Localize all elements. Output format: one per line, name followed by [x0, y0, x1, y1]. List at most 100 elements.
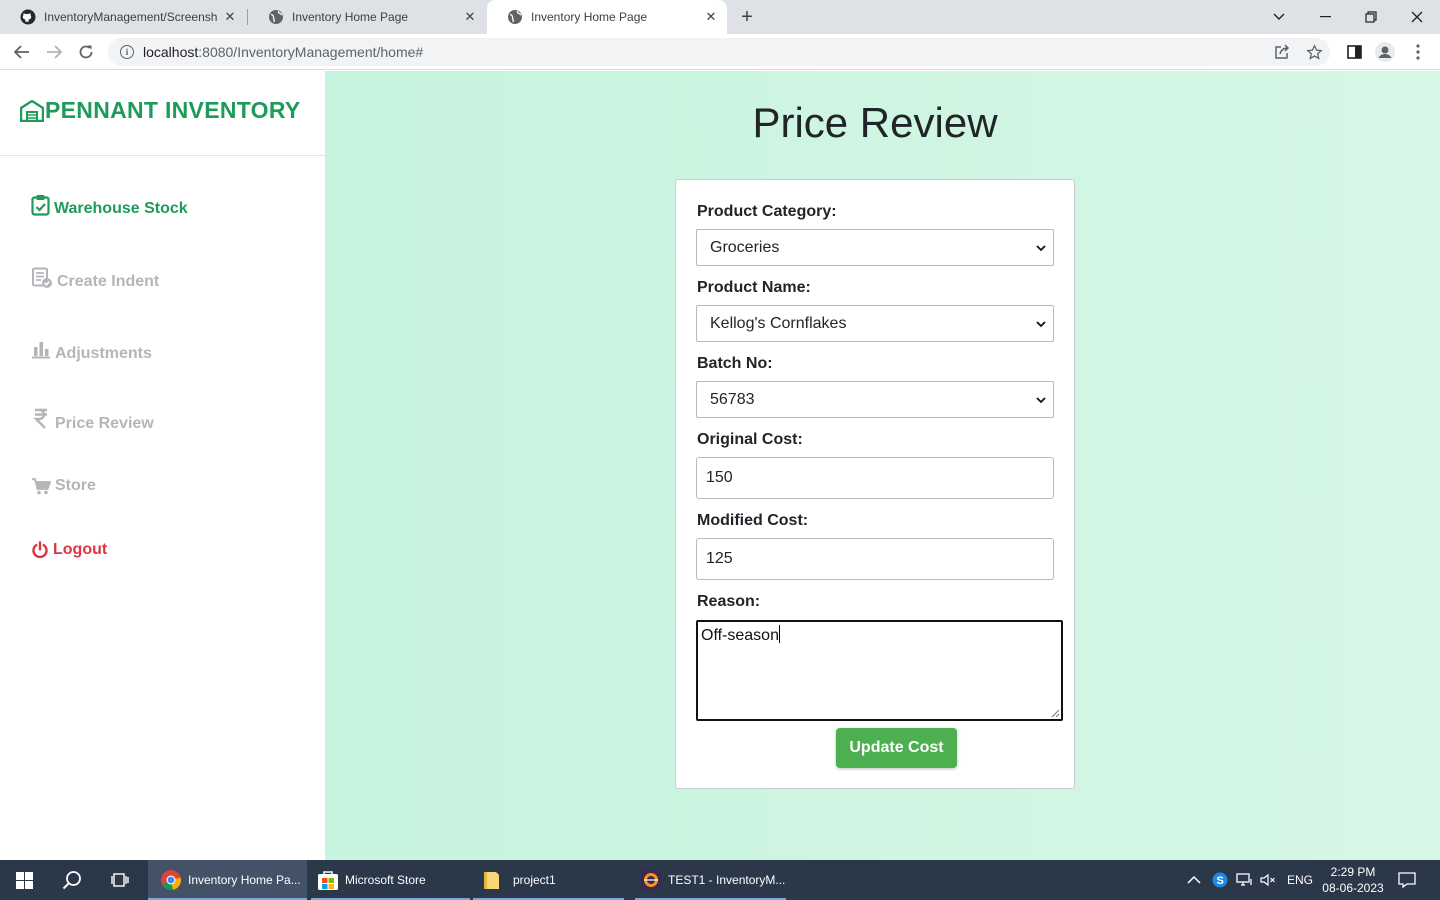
taskbar-item-label: Inventory Home Pa...: [188, 873, 301, 887]
show-hidden-icons[interactable]: [1187, 860, 1201, 900]
modified-cost-input[interactable]: 125: [696, 538, 1054, 580]
start-button[interactable]: [0, 860, 48, 900]
close-tab-icon[interactable]: ✕: [222, 9, 238, 25]
bookmark-star-icon[interactable]: [1303, 41, 1325, 63]
brand-logo[interactable]: PENNANT INVENTORY: [20, 97, 301, 124]
original-cost-label: Original Cost:: [697, 431, 803, 448]
close-tab-icon[interactable]: ✕: [462, 9, 478, 25]
system-clock[interactable]: 2:29 PM 08-06-2023: [1318, 864, 1388, 896]
chevron-down-icon: [1036, 397, 1046, 404]
modified-cost-value: 125: [706, 550, 733, 567]
back-arrow-icon[interactable]: [10, 40, 34, 64]
rupee-icon: [31, 408, 51, 430]
tab-title: InventoryManagement/Screensh: [44, 10, 218, 24]
tab-title: Inventory Home Page: [292, 10, 409, 24]
sidebar-item-label: Create Indent: [57, 273, 160, 290]
sidebar-item-label: Logout: [53, 541, 108, 558]
taskbar-item-explorer[interactable]: project1: [473, 860, 624, 900]
taskbar-item-store[interactable]: Microsoft Store: [311, 860, 470, 900]
restore-icon[interactable]: [1348, 0, 1394, 34]
browser-menu-icon[interactable]: [1407, 41, 1429, 63]
taskbar-item-eclipse[interactable]: TEST1 - InventoryM...: [635, 860, 786, 900]
sidebar-item-price-review[interactable]: Price Review: [31, 405, 154, 433]
globe-icon: [269, 10, 283, 24]
language-indicator[interactable]: ENG: [1287, 860, 1313, 900]
forward-arrow-icon[interactable]: [42, 40, 66, 64]
task-view-icon: [111, 873, 129, 887]
site-info-icon[interactable]: i: [120, 45, 134, 59]
main-content: Price Review Product Category: Groceries…: [325, 71, 1440, 860]
reason-textarea[interactable]: Off-season: [696, 620, 1063, 721]
category-label: Product Category:: [697, 203, 837, 220]
tab-search-icon[interactable]: [1256, 0, 1302, 34]
sidebar-item-logout[interactable]: Logout: [31, 541, 107, 559]
volume-tray-icon[interactable]: [1260, 860, 1276, 900]
original-cost-value: 150: [706, 469, 733, 486]
category-selected-value: Groceries: [710, 238, 780, 256]
windows-taskbar: Inventory Home Pa... Microsoft Store pro…: [0, 860, 1440, 900]
text-caret: [778, 625, 780, 643]
sidebar-item-adjustments[interactable]: Adjustments: [31, 337, 152, 363]
product-selected-value: Kellog's Cornflakes: [710, 314, 847, 332]
search-icon: [62, 871, 81, 890]
sidebar-item-create-indent[interactable]: Create Indent: [31, 265, 159, 291]
browser-toolbar: i localhost:8080/InventoryManagement/hom…: [0, 34, 1440, 70]
taskbar-item-chrome[interactable]: Inventory Home Pa...: [148, 860, 307, 900]
sidebar-item-label: Adjustments: [55, 345, 152, 362]
url-path: :8080/InventoryManagement/home#: [198, 44, 424, 60]
close-tab-icon[interactable]: ✕: [703, 9, 719, 25]
update-cost-button[interactable]: Update Cost: [836, 728, 957, 768]
new-tab-button[interactable]: +: [736, 6, 758, 28]
search-button[interactable]: [48, 860, 96, 900]
modified-cost-label: Modified Cost:: [697, 512, 809, 529]
reason-value: Off-season: [701, 627, 779, 644]
share-icon[interactable]: [1271, 41, 1293, 63]
notification-icon: [1398, 872, 1416, 888]
sidebar-item-label: Price Review: [55, 415, 154, 432]
sidebar-item-warehouse-stock[interactable]: Warehouse Stock: [31, 192, 188, 218]
reload-icon[interactable]: [74, 40, 98, 64]
network-tray-icon[interactable]: [1236, 860, 1254, 900]
clipboard-check-icon: [31, 194, 50, 216]
warehouse-icon: [20, 99, 44, 122]
minimize-icon[interactable]: [1302, 0, 1348, 34]
address-bar[interactable]: i localhost:8080/InventoryManagement/hom…: [108, 38, 1330, 66]
sidebar-divider: [0, 155, 325, 156]
sidebar-item-label: Warehouse Stock: [54, 200, 188, 217]
taskbar-item-label: TEST1 - InventoryM...: [668, 873, 786, 887]
browser-tab-github[interactable]: InventoryManagement/Screensh ✕: [0, 0, 246, 34]
product-name-label: Product Name:: [697, 279, 811, 296]
reason-label: Reason:: [697, 593, 761, 610]
product-name-select[interactable]: Kellog's Cornflakes: [696, 305, 1054, 342]
task-view-button[interactable]: [96, 860, 144, 900]
app-root: PENNANT INVENTORY Warehouse Stock Create…: [0, 71, 1440, 860]
original-cost-input[interactable]: 150: [696, 457, 1054, 499]
sidebar-item-store[interactable]: Store: [31, 476, 96, 496]
browser-tab-active[interactable]: Inventory Home Page ✕: [487, 0, 727, 34]
tray-app-icon[interactable]: S: [1212, 860, 1228, 900]
taskbar-item-label: Microsoft Store: [345, 873, 426, 887]
side-panel-icon[interactable]: [1343, 41, 1365, 63]
clock-time: 2:29 PM: [1330, 865, 1376, 879]
file-check-icon: [31, 267, 53, 289]
batch-select[interactable]: 56783: [696, 381, 1054, 418]
network-icon: [1236, 873, 1252, 886]
close-window-icon[interactable]: [1394, 0, 1440, 34]
volume-muted-icon: [1260, 873, 1275, 887]
resize-grip-icon[interactable]: [1051, 709, 1060, 718]
chevron-up-icon: [1187, 875, 1201, 884]
cart-icon: [31, 476, 51, 496]
power-icon: [31, 541, 49, 559]
folder-icon: [484, 872, 499, 889]
taskbar-item-label: project1: [513, 873, 556, 887]
chrome-icon: [161, 870, 182, 891]
page-title: Price Review: [752, 99, 998, 146]
eclipse-icon: [641, 870, 661, 890]
chevron-down-icon: [1036, 245, 1046, 252]
action-center-button[interactable]: [1398, 860, 1416, 900]
store-icon: [318, 871, 338, 890]
browser-tab-inventory[interactable]: Inventory Home Page ✕: [248, 0, 486, 34]
category-select[interactable]: Groceries: [696, 229, 1054, 266]
tab-title: Inventory Home Page: [531, 10, 648, 24]
profile-avatar-icon[interactable]: [1374, 41, 1396, 63]
